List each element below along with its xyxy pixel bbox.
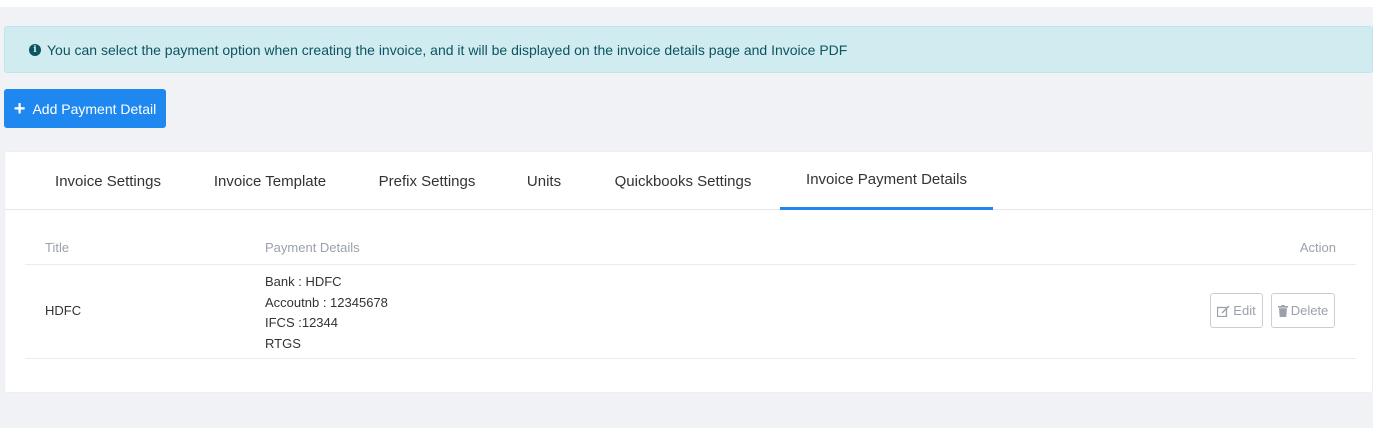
column-header-action: Action: [1299, 240, 1336, 255]
row-title: HDFC: [45, 303, 82, 318]
info-alert: i You can select the payment option when…: [4, 26, 1373, 73]
tab-quickbooks-settings[interactable]: Quickbooks Settings: [587, 152, 779, 210]
edit-icon: [1217, 305, 1230, 317]
edit-button[interactable]: Edit: [1210, 293, 1263, 328]
settings-tabs: Invoice Settings Invoice Template Prefix…: [5, 152, 1372, 210]
trash-icon: [1277, 304, 1288, 317]
detail-line: IFCS :12344: [265, 315, 338, 330]
settings-card: Invoice Settings Invoice Template Prefix…: [4, 151, 1373, 393]
add-payment-detail-button[interactable]: + Add Payment Detail: [4, 89, 166, 128]
info-icon: i: [29, 43, 41, 56]
tab-invoice-payment-details[interactable]: Invoice Payment Details: [780, 152, 993, 210]
column-header-payment-details: Payment Details: [265, 240, 360, 255]
tab-invoice-template[interactable]: Invoice Template: [187, 152, 353, 210]
delete-button[interactable]: Delete: [1271, 293, 1335, 328]
row-payment-details: Bank : HDFC Accoutnb : 12345678 IFCS :12…: [265, 272, 388, 354]
plus-icon: +: [13, 97, 26, 120]
detail-line: Accoutnb : 12345678: [265, 294, 388, 310]
detail-line: Bank : HDFC: [265, 274, 342, 289]
add-button-label: Add Payment Detail: [32, 100, 157, 117]
column-header-title: Title: [45, 240, 70, 255]
tab-invoice-settings[interactable]: Invoice Settings: [29, 152, 187, 210]
tab-units[interactable]: Units: [501, 152, 587, 210]
row-divider: [25, 358, 1356, 359]
detail-line: RTGS: [265, 335, 301, 351]
top-strip: [0, 0, 1373, 7]
tab-prefix-settings[interactable]: Prefix Settings: [353, 152, 501, 210]
header-divider: [25, 264, 1356, 265]
alert-text: You can select the payment option when c…: [47, 41, 848, 58]
